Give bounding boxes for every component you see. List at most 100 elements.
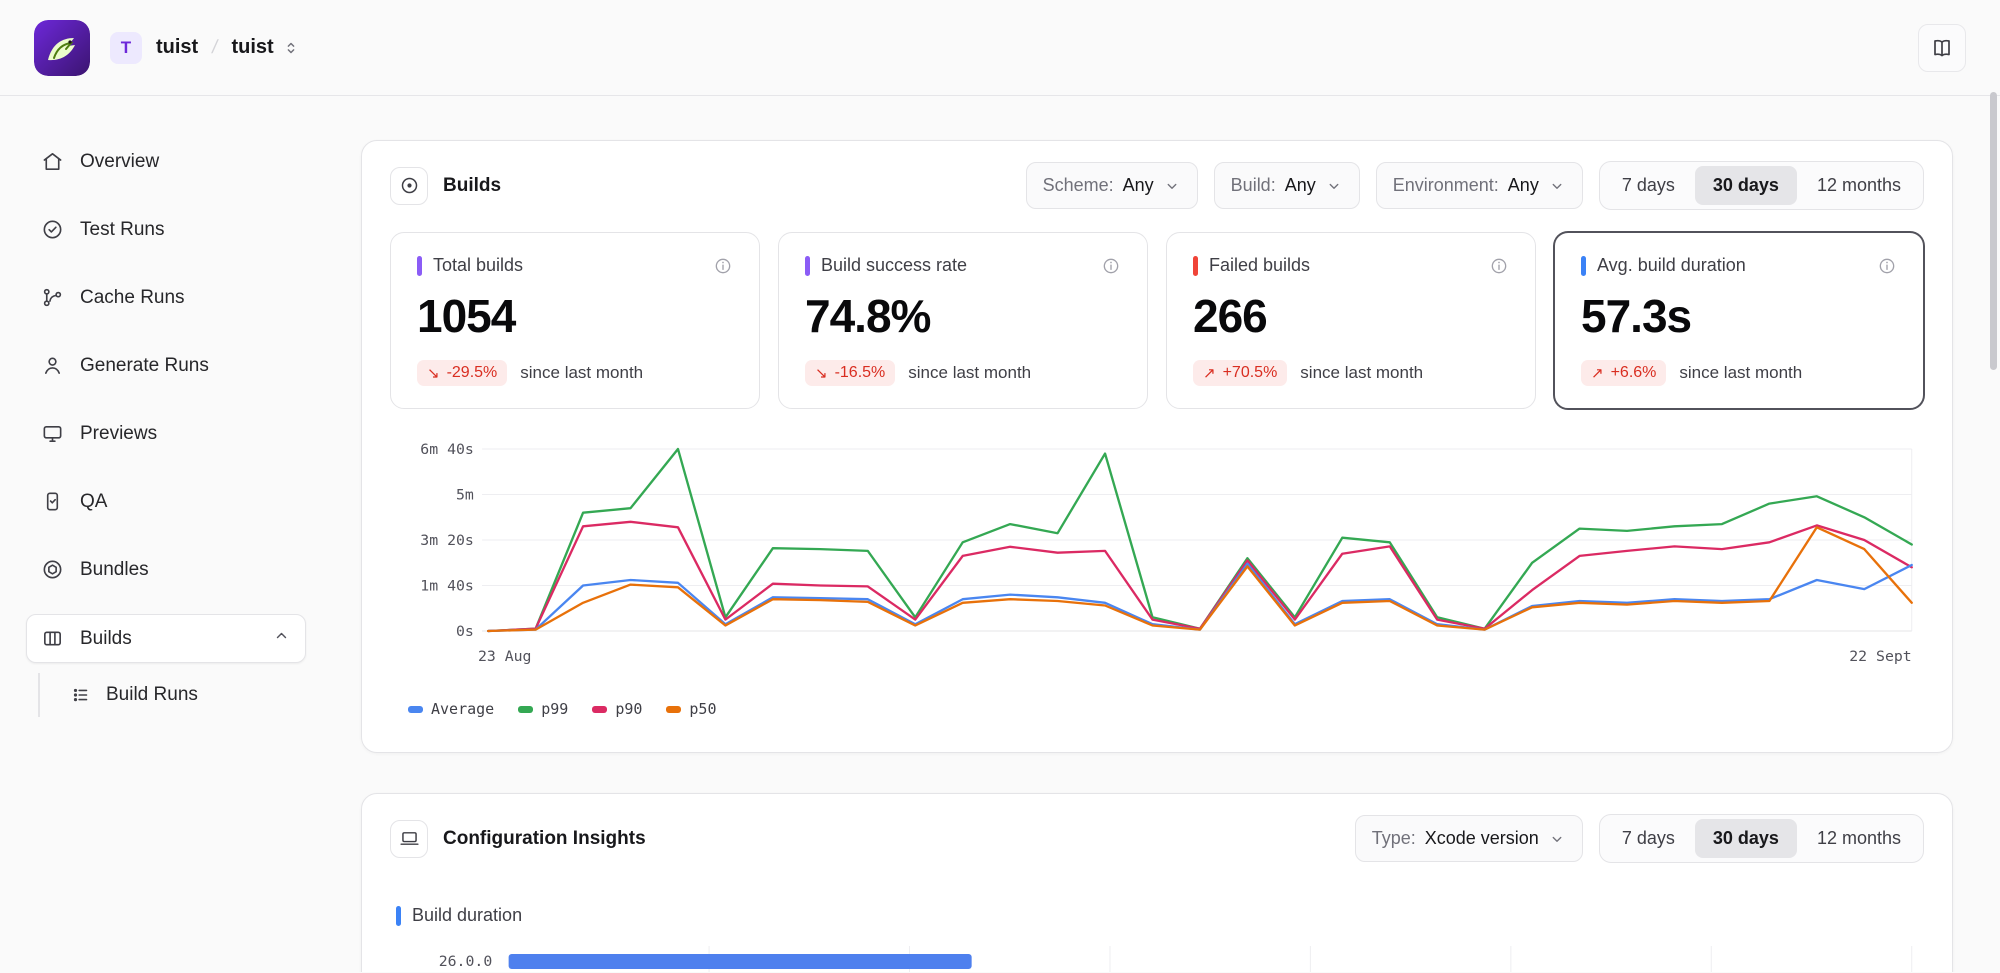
svg-text:1m 40s: 1m 40s (420, 578, 474, 595)
metric-accent (1193, 256, 1198, 276)
sidebar-item-label: Previews (80, 423, 157, 445)
delta-badge: ↗ +6.6% (1581, 360, 1666, 386)
svg-text:22 Sept: 22 Sept (1849, 648, 1911, 665)
delta-badge: ↘ -29.5% (417, 360, 507, 386)
xcode-version-bar-chart[interactable]: 26.0.0 (390, 946, 1924, 972)
breadcrumb-org[interactable]: tuist (156, 36, 198, 59)
breadcrumb: T tuist / tuist (110, 32, 300, 64)
metric-card-build-success-rate[interactable]: Build success rate 74.8% ↘ -16.5% since … (778, 232, 1148, 409)
legend-item-p50[interactable]: p50 (666, 700, 716, 718)
sidebar-item-label: Generate Runs (80, 355, 209, 377)
chevron-down-icon (1163, 177, 1181, 195)
org-avatar: T (110, 32, 142, 64)
legend-item-p90[interactable]: p90 (592, 700, 642, 718)
builds-panel-title: Builds (443, 175, 501, 197)
breadcrumb-project: tuist (232, 36, 274, 59)
delta-value: -29.5% (447, 364, 498, 382)
dropdown-label: Build: (1231, 175, 1276, 196)
configuration-insights-panel: Configuration Insights Type: Xcode versi… (361, 793, 1953, 972)
legend-swatch (666, 706, 681, 713)
chevron-up-icon (272, 626, 291, 651)
type-filter-dropdown[interactable]: Type: Xcode version (1355, 815, 1583, 862)
range-tab-12-months[interactable]: 12 months (1799, 166, 1919, 205)
sidebar-item-generate-runs[interactable]: Generate Runs (26, 342, 306, 389)
sidebar-item-cache-runs[interactable]: Cache Runs (26, 274, 306, 321)
sidebar-item-test-runs[interactable]: Test Runs (26, 206, 306, 253)
range-tab-30-days[interactable]: 30 days (1695, 166, 1797, 205)
docs-button[interactable] (1918, 24, 1966, 72)
config-range-segmented: 7 days 30 days 12 months (1599, 814, 1924, 863)
trend-down-icon: ↘ (815, 366, 828, 381)
sidebar-item-label: Bundles (80, 559, 149, 581)
config-panel-header: Configuration Insights Type: Xcode versi… (362, 794, 1952, 879)
delta-note: since last month (1300, 363, 1423, 383)
delta-value: +6.6% (1611, 364, 1657, 382)
range-tab-12-months[interactable]: 12 months (1799, 819, 1919, 858)
legend-label: p99 (541, 700, 568, 718)
range-tab-7-days[interactable]: 7 days (1604, 819, 1693, 858)
legend-label: Average (431, 700, 494, 718)
qa-icon (41, 490, 64, 513)
section-label: Build duration (412, 905, 522, 926)
sidebar-item-qa[interactable]: QA (26, 478, 306, 525)
dropdown-value: Any (1508, 175, 1539, 196)
svg-text:0s: 0s (456, 623, 474, 640)
metric-card-failed-builds[interactable]: Failed builds 266 ↗ +70.5% since last mo… (1166, 232, 1536, 409)
metric-accent (417, 256, 422, 276)
metric-title: Failed builds (1209, 255, 1310, 276)
info-icon[interactable] (1101, 256, 1121, 276)
legend-label: p50 (689, 700, 716, 718)
range-tab-7-days[interactable]: 7 days (1604, 166, 1693, 205)
chevron-down-icon (1548, 177, 1566, 195)
environment-filter-dropdown[interactable]: Environment: Any (1376, 162, 1583, 209)
sidebar-item-overview[interactable]: Overview (26, 138, 306, 185)
sidebar-item-builds[interactable]: Builds (26, 614, 306, 663)
overview-icon (41, 150, 64, 173)
legend-item-p99[interactable]: p99 (518, 700, 568, 718)
tuist-logo[interactable] (34, 20, 90, 76)
metric-value: 57.3s (1581, 289, 1897, 343)
metric-value: 1054 (417, 289, 733, 343)
info-icon[interactable] (1877, 256, 1897, 276)
svg-text:26.0.0: 26.0.0 (439, 953, 493, 970)
builds-panel: Builds Scheme: Any Build: Any Environmen… (361, 140, 1953, 753)
build-duration-section: Build duration (362, 879, 1952, 926)
legend-swatch (592, 706, 607, 713)
info-icon[interactable] (713, 256, 733, 276)
metric-title: Total builds (433, 255, 523, 276)
scrollbar[interactable] (1990, 92, 1997, 370)
scheme-filter-dropdown[interactable]: Scheme: Any (1026, 162, 1198, 209)
chart-legend: Average p99 p90 p50 (408, 700, 1924, 718)
sidebar-item-previews[interactable]: Previews (26, 410, 306, 457)
metric-accent (805, 256, 810, 276)
trend-down-icon: ↘ (427, 366, 440, 381)
sidebar-item-label: Cache Runs (80, 287, 185, 309)
dropdown-value: Any (1285, 175, 1316, 196)
info-icon[interactable] (1489, 256, 1509, 276)
metric-card-avg-build-duration[interactable]: Avg. build duration 57.3s ↗ +6.6% since … (1554, 232, 1924, 409)
builds-panel-header: Builds Scheme: Any Build: Any Environmen… (362, 141, 1952, 226)
dropdown-label: Type: (1372, 828, 1416, 849)
metrics-row: Total builds 1054 ↘ -29.5% since last mo… (362, 226, 1952, 409)
svg-text:6m 40s: 6m 40s (420, 441, 474, 458)
range-tab-30-days[interactable]: 30 days (1695, 819, 1797, 858)
delta-note: since last month (1679, 363, 1802, 383)
sidebar-item-label: QA (80, 491, 107, 513)
sidebar-item-label: Overview (80, 151, 159, 173)
svg-text:23 Aug: 23 Aug (478, 648, 532, 665)
sidebar-item-label: Build Runs (106, 684, 198, 706)
duration-line-chart[interactable]: 0s1m 40s3m 20s5m6m 40s23 Aug22 Sept (390, 437, 1924, 679)
legend-swatch (518, 706, 533, 713)
section-accent (396, 906, 401, 926)
xcode-version-chart-section: 26.0.0 (362, 926, 1952, 972)
metric-card-total-builds[interactable]: Total builds 1054 ↘ -29.5% since last mo… (390, 232, 760, 409)
legend-item-average[interactable]: Average (408, 700, 494, 718)
sidebar-item-bundles[interactable]: Bundles (26, 546, 306, 593)
builds-subnav: Build Runs (38, 673, 306, 717)
sidebar-item-build-runs[interactable]: Build Runs (62, 673, 306, 717)
project-switcher[interactable]: tuist (232, 36, 300, 59)
selector-icon (282, 39, 300, 57)
cache-runs-icon (41, 286, 64, 309)
build-filter-dropdown[interactable]: Build: Any (1214, 162, 1360, 209)
build-runs-icon (70, 684, 92, 706)
